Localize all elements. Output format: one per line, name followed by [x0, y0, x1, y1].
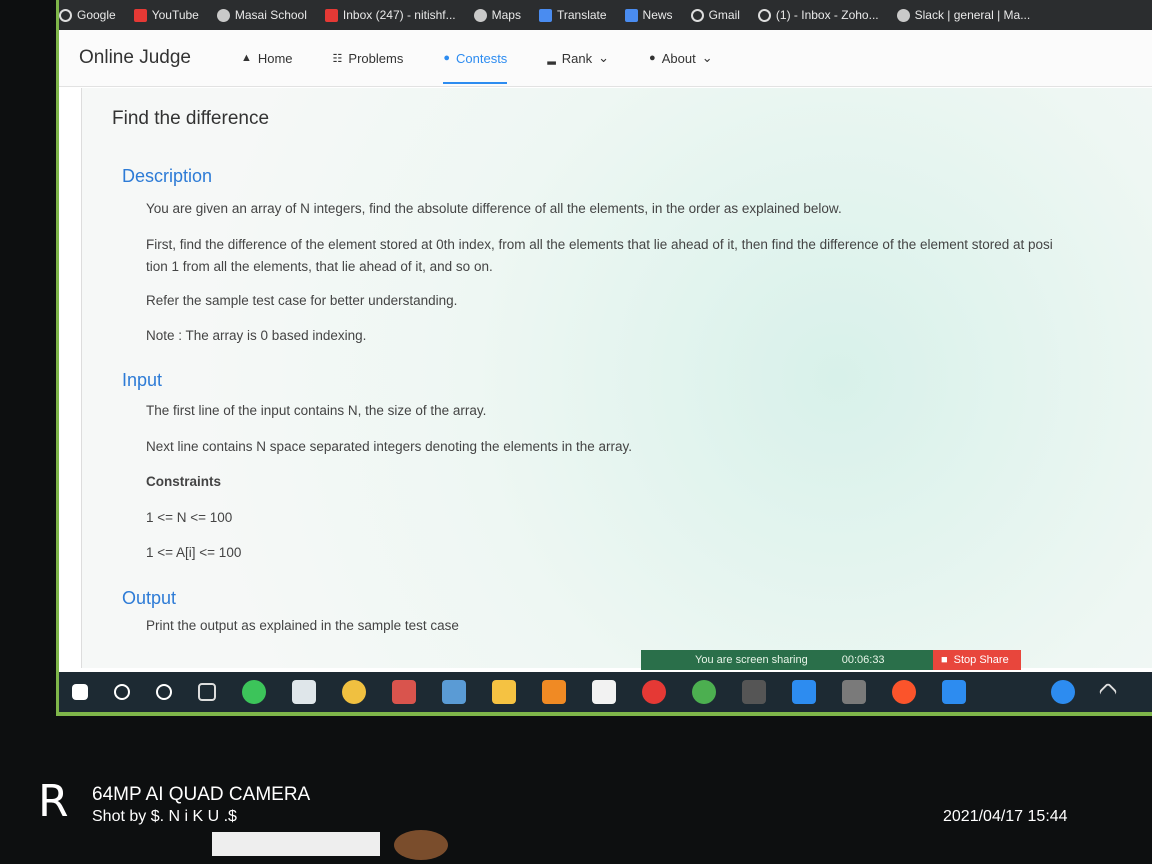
constraint-2: 1 <= A[i] <= 100: [146, 545, 242, 560]
realme-logo: R: [38, 776, 69, 827]
description-heading: Description: [122, 166, 213, 186]
output-text: Print the output as explained in the sam…: [146, 618, 459, 633]
bookmark-maps[interactable]: Maps: [473, 8, 521, 22]
constraints-heading: Constraints: [146, 474, 222, 489]
task-view-icon[interactable]: [198, 683, 216, 701]
mail-icon: [324, 8, 338, 22]
problem-panel: Find the difference Description You are …: [81, 88, 1152, 668]
laptop-sticker: [394, 830, 448, 860]
masai-icon: [216, 8, 230, 22]
nav-contests[interactable]: ● Contests: [443, 33, 508, 84]
bookmark-news[interactable]: News: [624, 8, 673, 22]
chevron-down-icon: ⌄: [598, 50, 610, 65]
cortana-icon[interactable]: [156, 684, 172, 700]
nav-rank[interactable]: ▂ Rank ⌄: [547, 50, 609, 66]
git-icon[interactable]: [742, 680, 766, 704]
help-icon[interactable]: [1051, 680, 1075, 704]
chrome-icon[interactable]: [692, 680, 716, 704]
vlc-icon[interactable]: [542, 680, 566, 704]
maps-icon: [473, 8, 487, 22]
windows-taskbar: [59, 672, 1152, 712]
bookmark-google[interactable]: Google: [59, 8, 116, 22]
problem-title: Find the difference: [112, 108, 270, 129]
home-icon: ▲: [240, 52, 252, 64]
screen-share-timer: 00:06:33: [841, 654, 885, 666]
description-text-1: You are given an array of N integers, fi…: [146, 201, 842, 216]
file-explorer-icon[interactable]: [492, 680, 516, 704]
zoho-icon: [757, 8, 771, 22]
whatsapp-icon[interactable]: [242, 680, 266, 704]
screen-share-text: You are screen sharing: [695, 654, 808, 666]
description-text-3: Refer the sample test case for better un…: [146, 293, 458, 308]
nav-problems[interactable]: ☷ Problems: [333, 51, 404, 66]
chevron-down-icon: ⌄: [701, 50, 713, 65]
brave-icon[interactable]: [892, 680, 916, 704]
bookmark-slack[interactable]: Slack | general | Ma...: [896, 8, 1030, 22]
top-navbar: Online Judge ▲ Home ☷ Problems ● Contests ▂…: [59, 30, 1152, 87]
slack-app-icon[interactable]: [342, 680, 366, 704]
chevron-up-icon[interactable]: [1098, 682, 1118, 702]
description-text-2b: tion 1 from all the elements, that lie a…: [146, 259, 493, 274]
nav-about[interactable]: ● About ⌄: [649, 50, 713, 66]
bookmarks-bar: Google YouTube Masai School Inbox (247) …: [59, 0, 1152, 30]
bar-chart-icon: ▂: [547, 52, 556, 65]
translate-icon: [538, 8, 552, 22]
word-icon[interactable]: [642, 680, 666, 704]
stop-share-button[interactable]: ■ Stop Share: [933, 650, 1021, 670]
grid-icon: ☷: [332, 52, 343, 65]
barcode-sticker: [212, 832, 380, 856]
info-icon: ●: [649, 52, 656, 64]
camera-label: 64MP AI QUAD CAMERA: [92, 784, 311, 805]
stop-icon: ■: [941, 654, 948, 666]
bookmark-translate[interactable]: Translate: [538, 8, 607, 22]
gmail-icon: [690, 8, 704, 22]
calculator-icon[interactable]: [442, 680, 466, 704]
slack-icon: [896, 8, 910, 22]
description-text-2a: First, find the difference of the elemen…: [146, 237, 1053, 252]
zoom-icon[interactable]: [942, 680, 966, 704]
gmail-app-icon[interactable]: [842, 680, 866, 704]
windows-start-icon[interactable]: [72, 684, 88, 700]
mail-app-icon[interactable]: [292, 680, 316, 704]
google-icon: [59, 8, 72, 22]
photo-timestamp: 2021/04/17 15:44: [943, 808, 1068, 825]
bookmark-zoho[interactable]: (1) - Inbox - Zoho...: [757, 8, 879, 22]
nav-home[interactable]: ▲ Home: [241, 51, 293, 66]
bookmark-gmail[interactable]: Gmail: [690, 8, 740, 22]
trophy-icon: ●: [443, 52, 450, 64]
news-icon: [624, 8, 638, 22]
constraint-1: 1 <= N <= 100: [146, 510, 233, 525]
bookmark-inbox[interactable]: Inbox (247) - nitishf...: [324, 8, 456, 22]
input-heading: Input: [122, 370, 163, 390]
shot-by-label: Shot by $. N i K U .$: [92, 808, 237, 825]
output-heading: Output: [122, 588, 177, 608]
store-icon[interactable]: [592, 680, 616, 704]
input-text-1: The first line of the input contains N, …: [146, 403, 487, 418]
site-brand[interactable]: Online Judge: [79, 47, 191, 69]
input-text-2: Next line contains N space separated int…: [146, 439, 633, 454]
vscode-icon[interactable]: [792, 680, 816, 704]
youtube-icon: [133, 8, 147, 22]
bookmark-youtube[interactable]: YouTube: [133, 8, 199, 22]
description-note: Note : The array is 0 based indexing.: [146, 328, 367, 343]
laptop-screen: Google YouTube Masai School Inbox (247) …: [56, 0, 1152, 716]
snipping-tool-icon[interactable]: [392, 680, 416, 704]
bookmark-masai[interactable]: Masai School: [216, 8, 307, 22]
search-icon[interactable]: [114, 684, 130, 700]
